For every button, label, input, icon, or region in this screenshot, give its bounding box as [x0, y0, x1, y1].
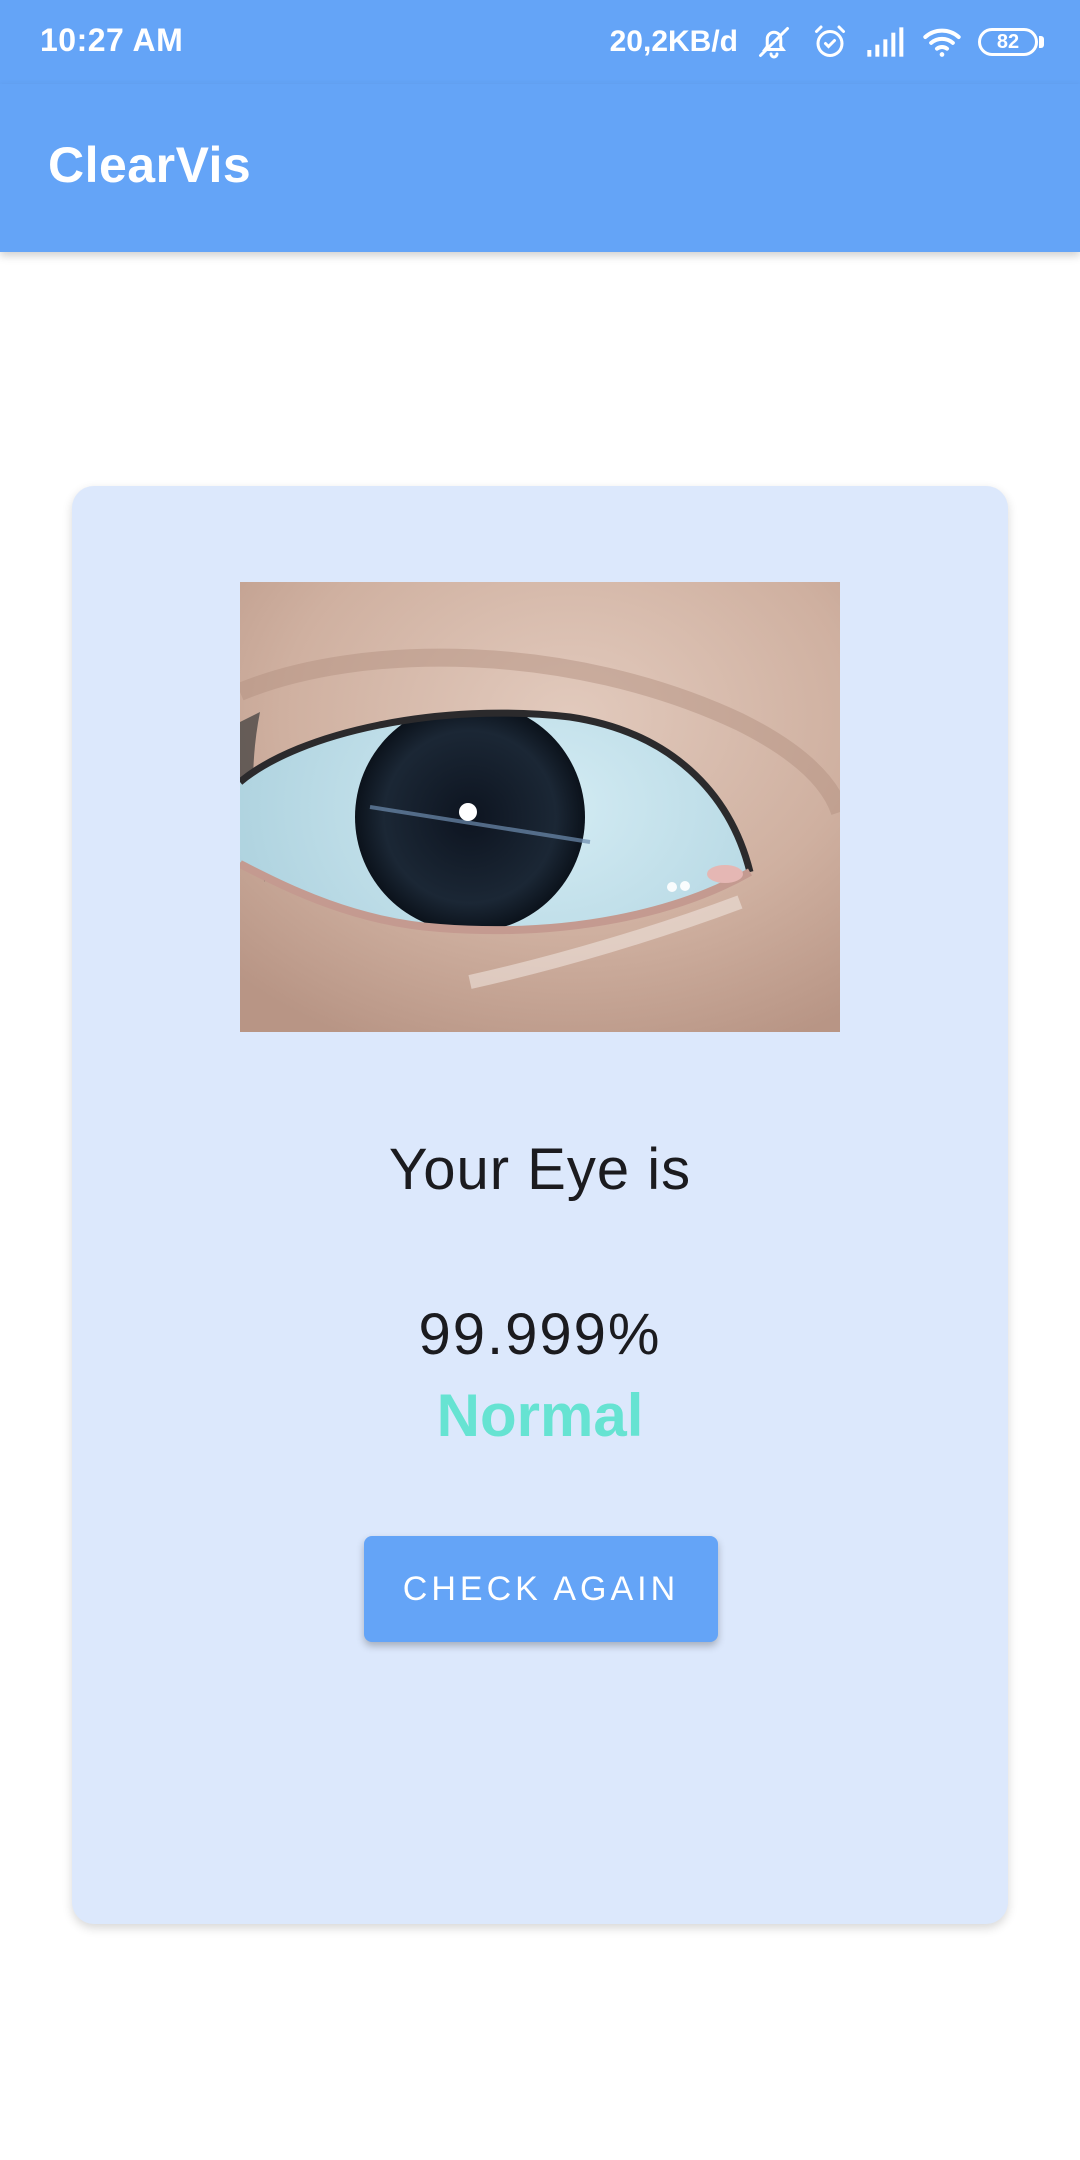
app-title: ClearVis	[48, 137, 252, 193]
result-label: Normal	[436, 1382, 644, 1449]
app-bar: ClearVis	[0, 84, 1080, 252]
signal-icon	[866, 22, 906, 62]
eye-photo	[240, 582, 840, 1032]
bell-off-icon	[754, 22, 794, 62]
result-percent: 99.999%	[418, 1302, 662, 1367]
check-again-button[interactable]: CHECK AGAIN	[364, 1536, 718, 1642]
wifi-icon	[922, 22, 962, 62]
battery-icon: 82	[978, 26, 1044, 58]
result-card: Your Eye is 99.999% Normal CHECK AGAIN	[72, 486, 1008, 1924]
battery-level: 82	[978, 28, 1038, 56]
alarm-icon	[810, 22, 850, 62]
status-icons: 20,2KB/d 82	[610, 20, 1044, 64]
result-heading: Your Eye is	[388, 1137, 692, 1202]
status-bar: 10:27 AM 20,2KB/d 82	[0, 0, 1080, 84]
network-speed: 20,2KB/d	[609, 25, 738, 58]
status-time: 10:27 AM	[40, 22, 184, 58]
